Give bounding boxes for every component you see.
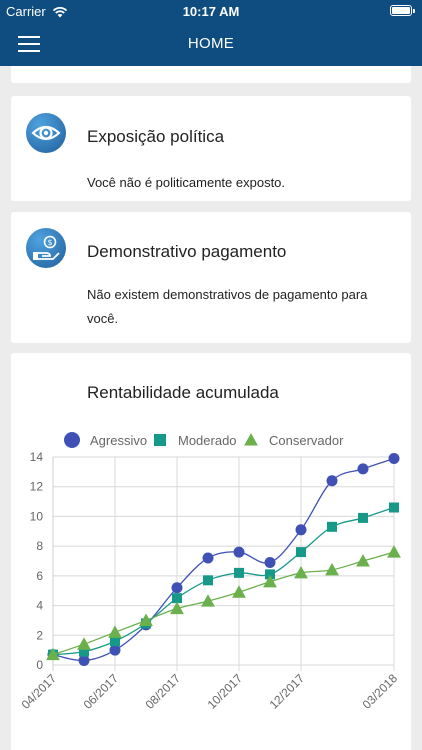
cumulative-return-card: Rentabilidade acumulada 0 2 4 6 8 10 12 14 04/20… — [11, 353, 411, 750]
y-tick-label: 14 — [30, 450, 44, 464]
legend-label: Agressivo — [90, 433, 147, 448]
x-tick-label: 08/2017 — [143, 671, 184, 712]
data-point — [264, 556, 276, 568]
series-line — [52, 506, 395, 656]
data-point — [203, 575, 213, 586]
political-exposure-card[interactable]: Exposição política Você não é politicame… — [11, 96, 411, 201]
legend-label: Moderado — [178, 433, 237, 448]
y-tick-label: 8 — [36, 539, 43, 553]
data-point — [358, 512, 368, 523]
data-point — [388, 452, 400, 464]
page-title: HOME — [187, 35, 235, 52]
x-tick-label: 04/2017 — [19, 671, 60, 712]
y-tick-label: 4 — [36, 599, 43, 613]
x-tick-label: 12/2017 — [267, 671, 308, 712]
card-text: Não existem demonstrativos de pagamento … — [87, 287, 368, 326]
data-point — [327, 521, 337, 532]
data-point — [389, 502, 399, 513]
series-line — [52, 457, 395, 662]
hand-money-icon: $ — [26, 228, 66, 268]
legend-marker — [154, 434, 166, 446]
y-tick-label: 0 — [36, 658, 43, 672]
y-tick-label: 12 — [30, 480, 44, 494]
data-point — [172, 593, 182, 604]
svg-text:$: $ — [47, 238, 52, 247]
legend-label: Conservador — [269, 433, 344, 448]
x-tick-label: 03/2018 — [360, 671, 401, 712]
data-point — [357, 463, 369, 475]
battery-icon — [390, 5, 415, 16]
data-point — [78, 655, 90, 667]
nav-bar: HOME — [0, 22, 422, 66]
y-tick-label: 10 — [30, 509, 44, 523]
data-point — [108, 625, 122, 638]
data-point — [109, 644, 121, 656]
x-tick-label: 06/2017 — [81, 671, 122, 712]
eye-icon — [26, 113, 66, 153]
y-tick-label: 6 — [36, 569, 43, 583]
payment-statement-card[interactable]: $ Demonstrativo pagamento Não existem de… — [11, 212, 411, 343]
previous-card-bottom — [11, 66, 411, 83]
card-text: Você não é politicamente exposto. — [87, 175, 286, 190]
data-point — [232, 585, 246, 598]
clock: 10:17 AM — [182, 4, 240, 19]
data-point — [356, 554, 370, 567]
data-point — [234, 567, 244, 578]
card-title: Demonstrativo pagamento — [87, 242, 287, 261]
x-tick-label: 10/2017 — [205, 671, 246, 712]
series-line — [52, 551, 395, 656]
data-point — [296, 547, 306, 558]
legend-marker — [64, 432, 80, 448]
data-point — [387, 545, 401, 558]
data-point — [171, 582, 183, 594]
data-point — [233, 546, 245, 558]
data-point — [326, 475, 338, 487]
data-point — [170, 601, 184, 615]
card-title: Exposição política — [87, 127, 225, 146]
y-tick-label: 2 — [36, 628, 43, 642]
legend-marker — [244, 433, 258, 446]
status-bar: Carrier 10:17 AM — [0, 0, 422, 22]
data-point — [202, 552, 214, 564]
cumulative-return-chart: 0 2 4 6 8 10 12 14 04/2017 06/2017 08/2017 10/2017 1… — [19, 432, 401, 712]
data-point — [295, 524, 307, 536]
data-point — [77, 637, 91, 650]
